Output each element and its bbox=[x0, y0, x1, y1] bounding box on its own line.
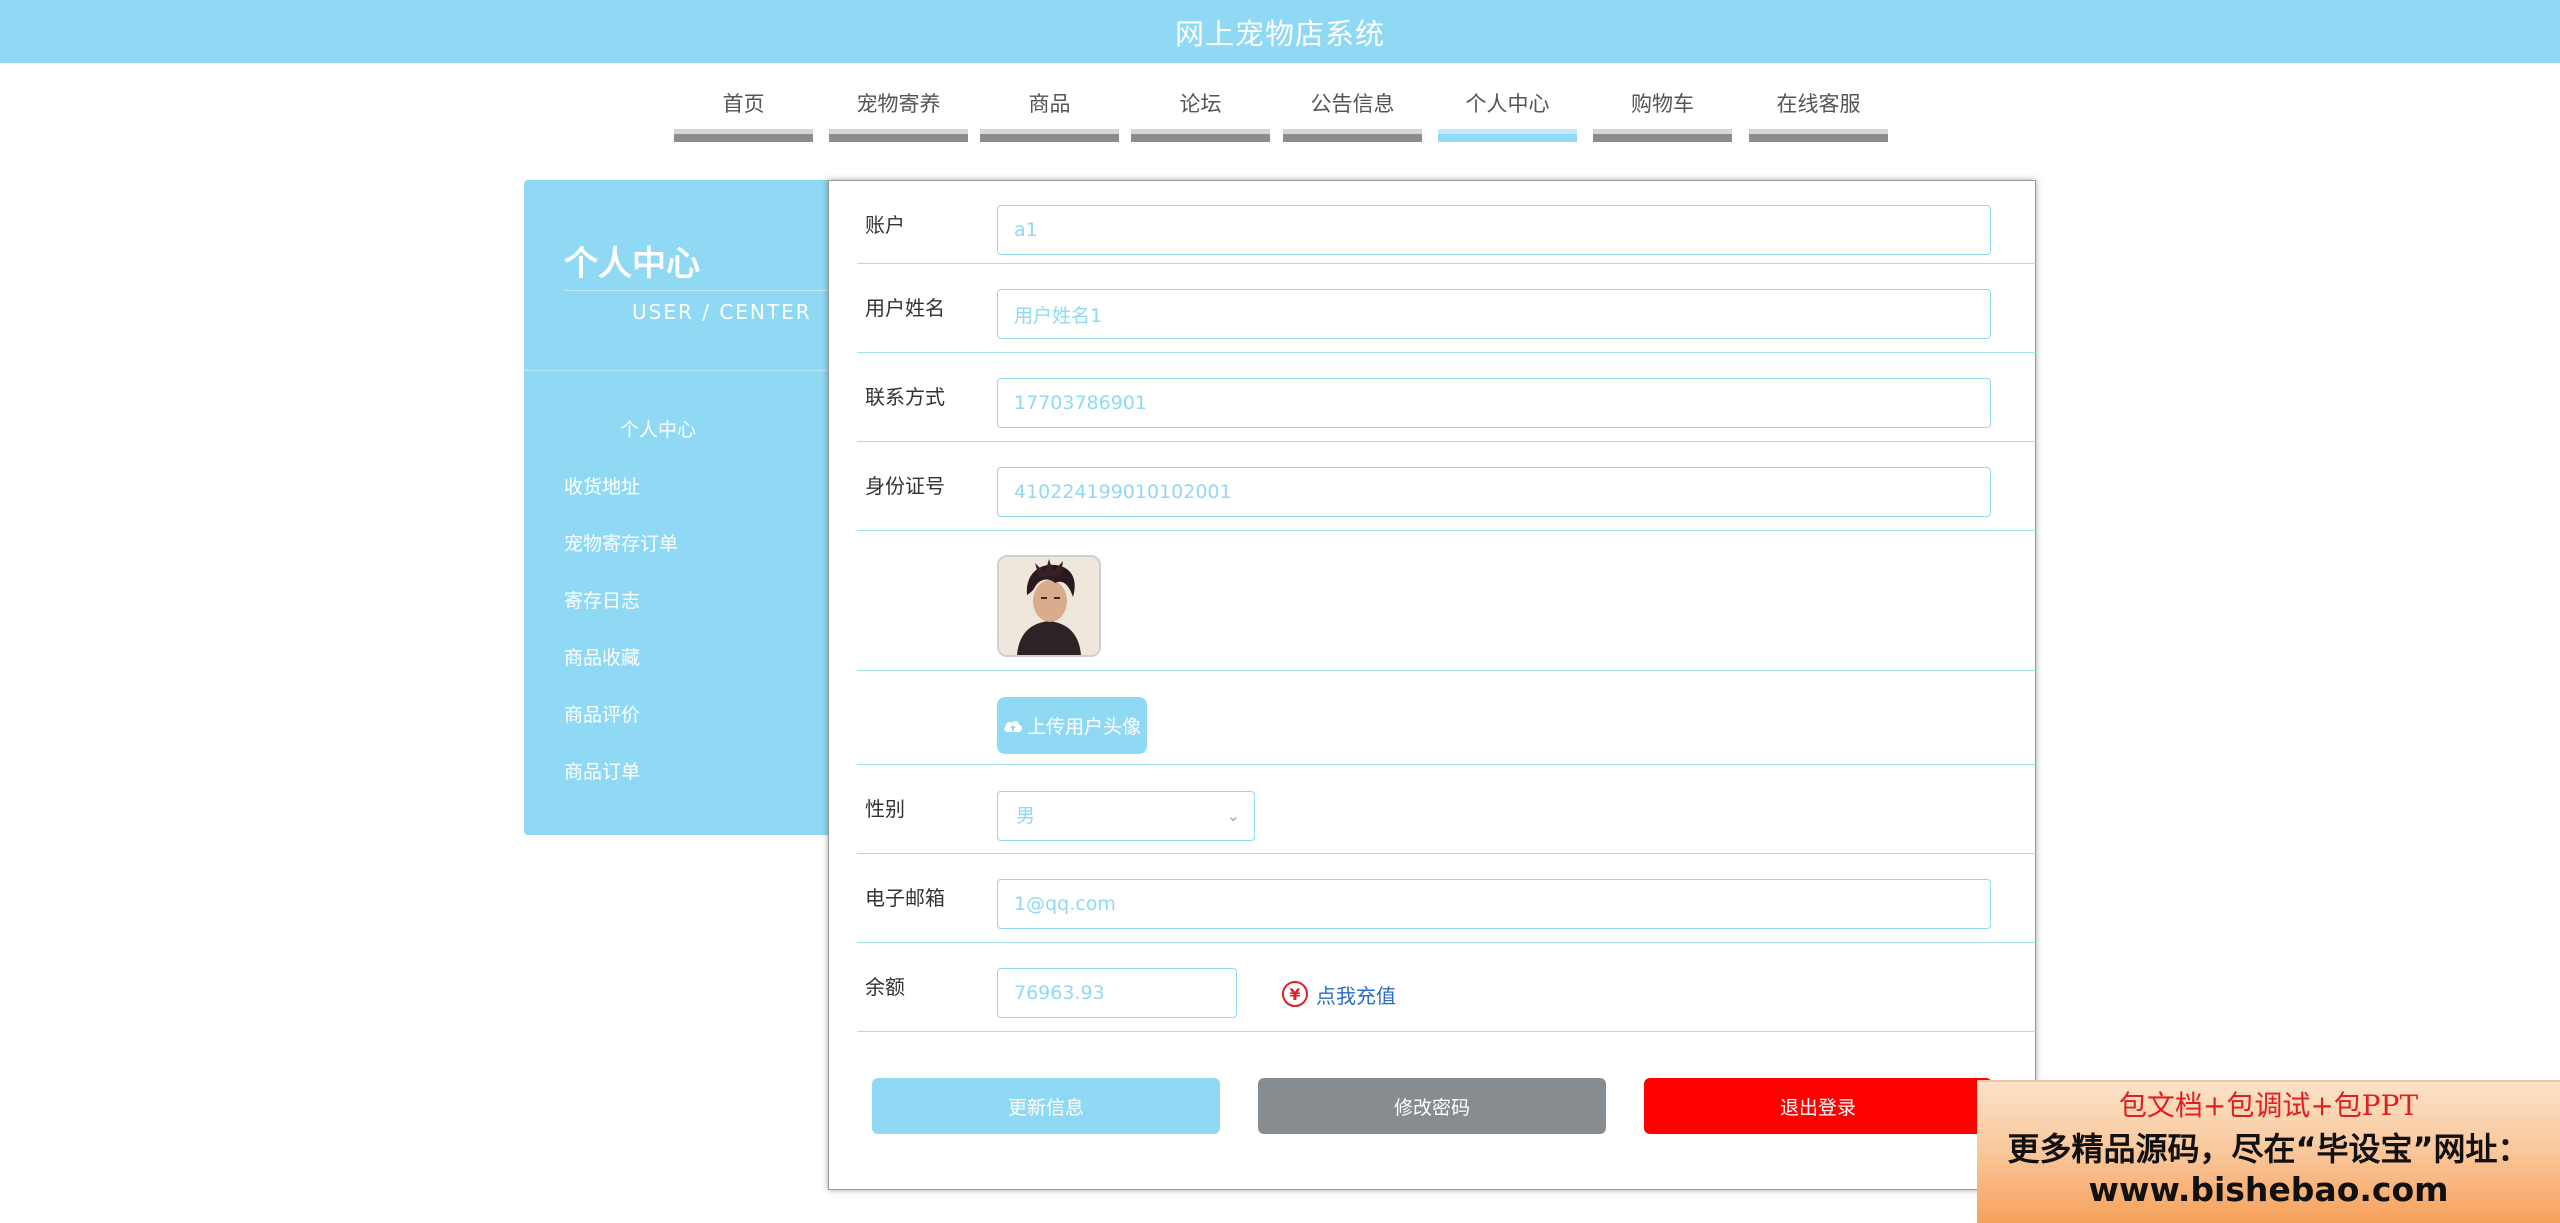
nav-label: 在线客服 bbox=[1776, 92, 1861, 116]
change-password-button[interactable]: 修改密码 bbox=[1258, 1078, 1606, 1134]
sidebar-item-boarding-orders[interactable]: 宠物寄存订单 bbox=[524, 516, 829, 573]
sidebar-divider bbox=[524, 370, 829, 371]
nav-item-cart[interactable]: 购物车 bbox=[1593, 84, 1732, 142]
logout-button[interactable]: 退出登录 bbox=[1644, 1078, 1992, 1134]
sidebar-title-divider bbox=[564, 290, 829, 291]
nav-item-forum[interactable]: 论坛 bbox=[1131, 84, 1270, 142]
profile-form-panel: 账户 用户姓名 联系方式 身份证号 bbox=[828, 180, 2037, 1190]
form-row-upload: 上传用户头像 bbox=[857, 671, 2037, 765]
account-label: 账户 bbox=[865, 213, 905, 237]
nav-underline bbox=[829, 129, 968, 142]
name-label: 用户姓名 bbox=[865, 296, 945, 320]
upload-avatar-label: 上传用户头像 bbox=[1026, 716, 1141, 738]
update-info-button[interactable]: 更新信息 bbox=[872, 1078, 1220, 1134]
nav-label: 论坛 bbox=[1179, 92, 1222, 116]
form-row-gender: 性别 男 ⌄ bbox=[857, 765, 2037, 854]
cloud-upload-icon bbox=[1004, 720, 1022, 732]
promo-banner: 包文档+包调试+包PPT 更多精品源码，尽在“毕设宝”网址： www.bishe… bbox=[1977, 1080, 2560, 1223]
yen-icon: ¥ bbox=[1282, 981, 1308, 1007]
nav-label: 首页 bbox=[722, 92, 765, 116]
form-row-avatar bbox=[857, 531, 2037, 671]
nav-underline bbox=[1593, 129, 1732, 142]
sidebar-item-boarding-log[interactable]: 寄存日志 bbox=[524, 573, 829, 630]
form-row-email: 电子邮箱 bbox=[857, 854, 2037, 943]
nav-item-user-center[interactable]: 个人中心 bbox=[1438, 84, 1577, 142]
nav-item-products[interactable]: 商品 bbox=[980, 84, 1119, 142]
nav-underline bbox=[1131, 129, 1270, 142]
promo-line-1: 包文档+包调试+包PPT bbox=[2118, 1089, 2419, 1122]
recharge-label: 点我充值 bbox=[1316, 983, 1396, 1008]
nav-underline-active bbox=[1438, 129, 1577, 142]
nav-item-customer-service[interactable]: 在线客服 bbox=[1749, 84, 1888, 142]
nav-underline bbox=[674, 129, 813, 142]
chevron-down-icon: ⌄ bbox=[1226, 806, 1240, 825]
sidebar-item-product-orders[interactable]: 商品订单 bbox=[524, 744, 829, 801]
sidebar-title: 个人中心 bbox=[564, 244, 700, 284]
name-input[interactable] bbox=[997, 289, 1991, 339]
recharge-link[interactable]: ¥ 点我充值 bbox=[1282, 969, 1396, 1019]
phone-input[interactable] bbox=[997, 378, 1991, 428]
form-row-account: 账户 bbox=[857, 205, 2037, 264]
id-card-input[interactable] bbox=[997, 467, 1991, 517]
nav-label: 购物车 bbox=[1631, 92, 1694, 116]
sidebar-item-reviews[interactable]: 商品评价 bbox=[524, 687, 829, 744]
nav-item-announcements[interactable]: 公告信息 bbox=[1283, 84, 1422, 142]
nav-label: 商品 bbox=[1028, 92, 1071, 116]
id-card-label: 身份证号 bbox=[865, 474, 945, 498]
gender-label: 性别 bbox=[865, 797, 905, 821]
nav-item-pet-boarding[interactable]: 宠物寄养 bbox=[829, 84, 968, 142]
top-header: 网上宠物店系统 bbox=[0, 0, 2560, 63]
sidebar-subtitle: USER / CENTER bbox=[632, 300, 812, 324]
nav-label: 宠物寄养 bbox=[856, 92, 941, 116]
sidebar-item-user-center[interactable]: 个人中心 bbox=[524, 402, 829, 459]
sidebar-menu: 个人中心 收货地址 宠物寄存订单 寄存日志 商品收藏 商品评价 商品订单 bbox=[524, 402, 829, 801]
gender-select[interactable]: 男 ⌄ bbox=[997, 791, 1255, 841]
balance-input[interactable] bbox=[997, 968, 1237, 1018]
form-row-id-card: 身份证号 bbox=[857, 442, 2037, 531]
email-label: 电子邮箱 bbox=[865, 886, 945, 910]
avatar-image bbox=[999, 557, 1099, 655]
phone-label: 联系方式 bbox=[865, 385, 945, 409]
email-input[interactable] bbox=[997, 879, 1991, 929]
account-input[interactable] bbox=[997, 205, 1991, 255]
upload-avatar-button[interactable]: 上传用户头像 bbox=[997, 697, 1147, 754]
nav-item-home[interactable]: 首页 bbox=[674, 84, 813, 142]
main-nav: 首页 宠物寄养 商品 论坛 公告信息 个人中心 购物车 在线客服 bbox=[0, 84, 2560, 144]
site-title: 网上宠物店系统 bbox=[1174, 16, 1385, 51]
avatar bbox=[997, 555, 1101, 657]
sidebar: 个人中心 USER / CENTER 个人中心 收货地址 宠物寄存订单 寄存日志… bbox=[524, 180, 829, 835]
promo-line-2: 更多精品源码，尽在“毕设宝”网址： bbox=[2007, 1130, 2530, 1168]
nav-underline bbox=[1749, 129, 1888, 142]
promo-url: www.bishebao.com bbox=[2088, 1170, 2449, 1209]
sidebar-item-favorites[interactable]: 商品收藏 bbox=[524, 630, 829, 687]
nav-underline bbox=[980, 129, 1119, 142]
sidebar-item-shipping-address[interactable]: 收货地址 bbox=[524, 459, 829, 516]
balance-label: 余额 bbox=[865, 975, 905, 999]
nav-label: 公告信息 bbox=[1310, 92, 1395, 116]
form-row-name: 用户姓名 bbox=[857, 264, 2037, 353]
nav-label: 个人中心 bbox=[1465, 92, 1550, 116]
form-row-balance: 余额 ¥ 点我充值 bbox=[857, 943, 2037, 1032]
nav-underline bbox=[1283, 129, 1422, 142]
form-row-phone: 联系方式 bbox=[857, 353, 2037, 442]
gender-value: 男 bbox=[1016, 805, 1036, 827]
